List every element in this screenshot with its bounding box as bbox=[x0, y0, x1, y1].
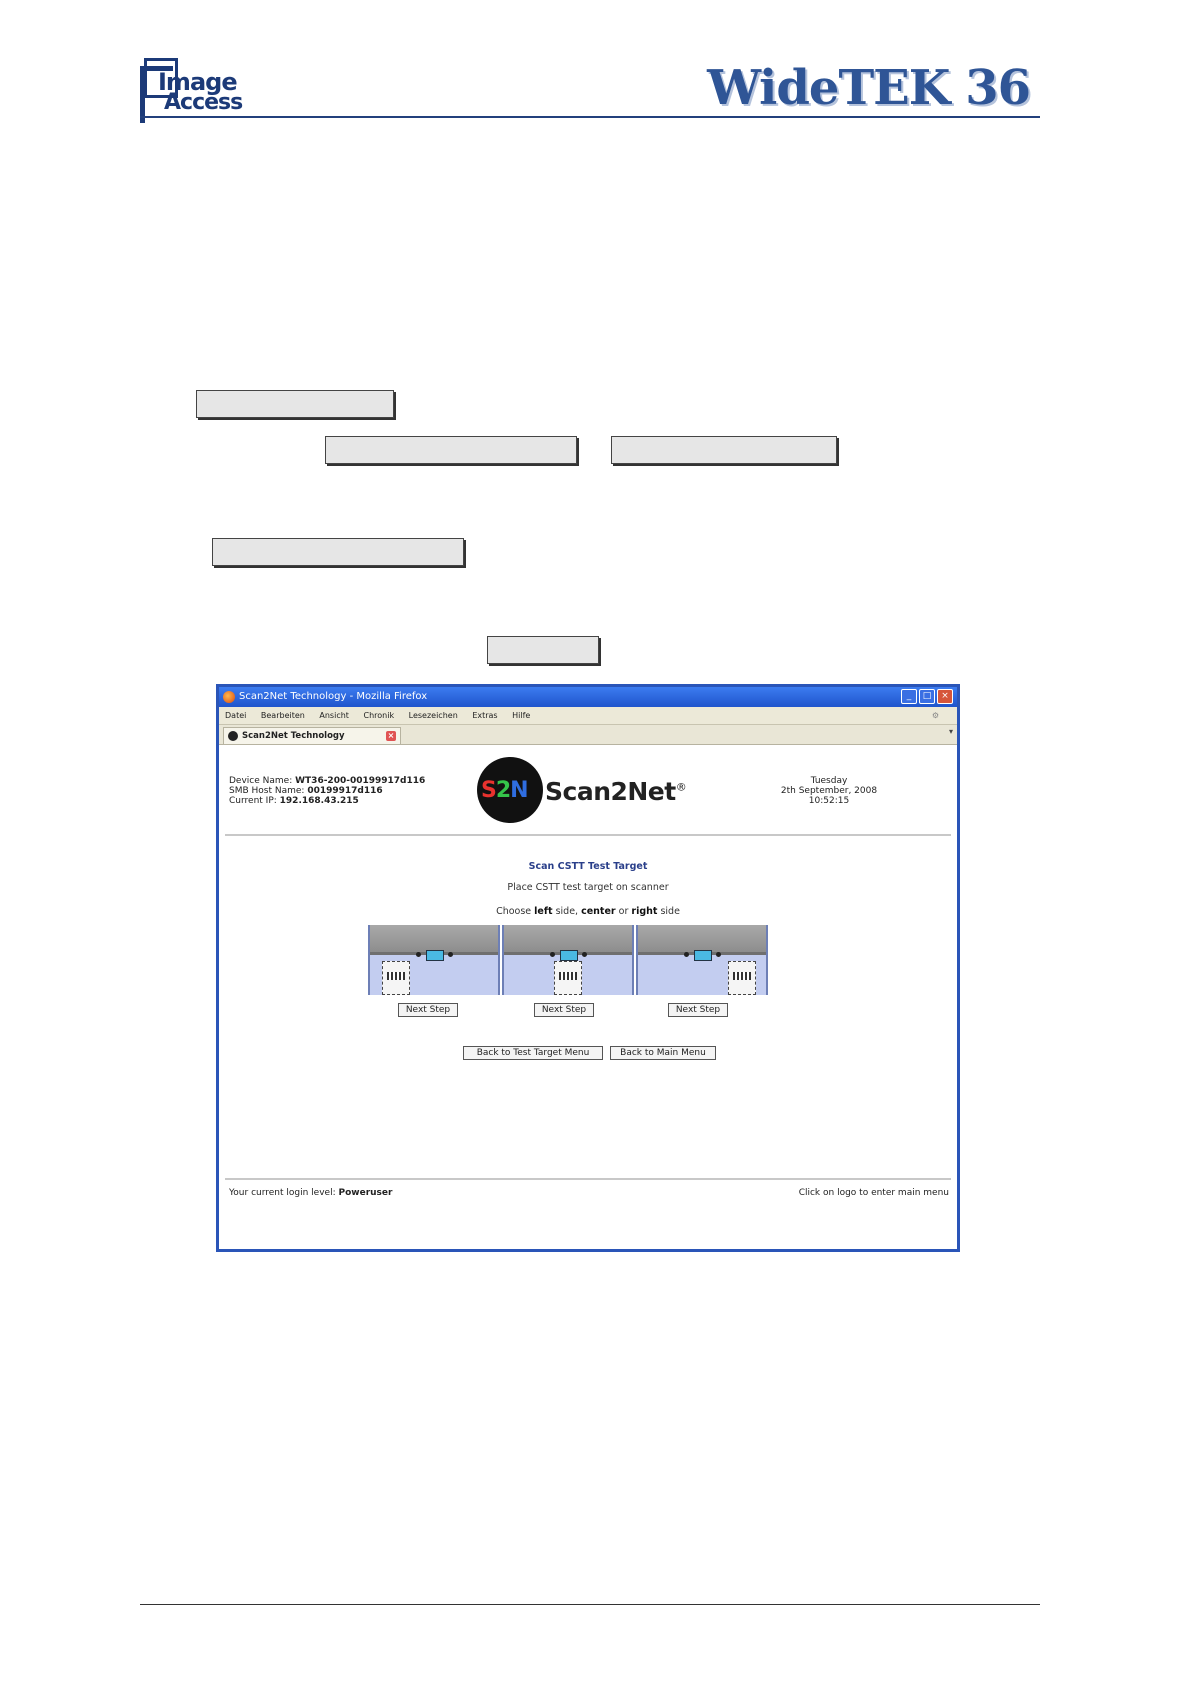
choose-left: left bbox=[534, 906, 553, 917]
firefox-icon bbox=[223, 691, 235, 703]
key-placeholder-4 bbox=[212, 538, 464, 566]
menu-item-datei[interactable]: Datei bbox=[225, 711, 246, 720]
scanner-center-image[interactable] bbox=[502, 925, 634, 995]
next-step-right-button[interactable]: Next Step bbox=[668, 1003, 728, 1017]
test-target-center bbox=[554, 961, 582, 995]
next-step-left-button[interactable]: Next Step bbox=[398, 1003, 458, 1017]
time: 10:52:15 bbox=[808, 796, 850, 806]
logo-text-access: Access bbox=[164, 90, 243, 115]
choose-right: right bbox=[631, 906, 658, 917]
key-placeholder-3 bbox=[611, 436, 837, 464]
next-step-center-button[interactable]: Next Step bbox=[534, 1003, 594, 1017]
menu-bar: Datei Bearbeiten Ansicht Chronik Lesezei… bbox=[219, 707, 957, 725]
device-info: Device Name: WT36-200-00199917d116 SMB H… bbox=[229, 776, 425, 806]
logo-hint: Click on logo to enter main menu bbox=[798, 1188, 949, 1198]
ip-label: Current IP: bbox=[229, 796, 277, 806]
panel-title: Scan CSTT Test Target bbox=[528, 861, 648, 872]
key-placeholder-2 bbox=[325, 436, 577, 464]
smb-host-label: SMB Host Name: bbox=[229, 786, 305, 796]
test-target-left bbox=[382, 961, 410, 995]
tab-close-icon[interactable]: × bbox=[386, 731, 396, 741]
logo-brand-text: Scan2Net® bbox=[545, 777, 687, 806]
separator-bottom bbox=[225, 1178, 951, 1180]
choose-mid1: side, bbox=[555, 906, 579, 917]
menu-item-bearbeiten[interactable]: Bearbeiten bbox=[261, 711, 305, 720]
device-name-value: WT36-200-00199917d116 bbox=[295, 776, 426, 786]
logo-letter-n: N bbox=[510, 778, 528, 803]
tab-bar: Scan2Net Technology × ▾ bbox=[219, 725, 957, 745]
tab-label: Scan2Net Technology bbox=[242, 731, 345, 741]
choose-suffix: side bbox=[660, 906, 680, 917]
logo-letters: S2N bbox=[481, 778, 529, 803]
window-titlebar: Scan2Net Technology - Mozilla Firefox _ … bbox=[219, 687, 957, 707]
scanner-right-image[interactable] bbox=[636, 925, 768, 995]
menu-item-chronik[interactable]: Chronik bbox=[363, 711, 394, 720]
login-level: Your current login level: Poweruser bbox=[229, 1188, 392, 1198]
scan-option-center: Next Step bbox=[502, 925, 634, 1017]
login-level-label: Your current login level: bbox=[229, 1188, 336, 1198]
menu-item-lesezeichen[interactable]: Lesezeichen bbox=[409, 711, 458, 720]
product-title: WideTEK 36 bbox=[707, 60, 1031, 116]
separator-top bbox=[225, 834, 951, 836]
logo-letter-2: 2 bbox=[495, 778, 511, 803]
day: Tuesday bbox=[810, 776, 848, 786]
date: 2th September, 2008 bbox=[780, 786, 878, 796]
choose-side-text: Choose left side, center or right side bbox=[219, 906, 957, 917]
choose-prefix: Choose bbox=[496, 906, 532, 917]
choose-center: center bbox=[581, 906, 616, 917]
minimize-icon[interactable]: _ bbox=[901, 689, 917, 704]
tab-scan2net[interactable]: Scan2Net Technology × bbox=[223, 727, 401, 744]
device-name-label: Device Name: bbox=[229, 776, 293, 786]
browser-window: Scan2Net Technology - Mozilla Firefox _ … bbox=[216, 684, 960, 1252]
instruction-text: Place CSTT test target on scanner bbox=[507, 882, 669, 893]
ip-value: 192.168.43.215 bbox=[279, 796, 359, 806]
maximize-icon[interactable]: □ bbox=[919, 689, 935, 704]
menu-item-extras[interactable]: Extras bbox=[472, 711, 497, 720]
image-access-logo: Image Access bbox=[140, 56, 250, 123]
key-placeholder-1 bbox=[196, 390, 394, 418]
close-icon[interactable]: × bbox=[937, 689, 953, 704]
key-placeholder-5 bbox=[487, 636, 599, 664]
header-rule bbox=[140, 116, 1040, 118]
page-content: Device Name: WT36-200-00199917d116 SMB H… bbox=[219, 744, 957, 1249]
scanner-left-image[interactable] bbox=[368, 925, 500, 995]
scan-option-left: Next Step bbox=[368, 925, 500, 1017]
footer-rule bbox=[140, 1604, 1040, 1605]
menu-item-hilfe[interactable]: Hilfe bbox=[512, 711, 530, 720]
test-target-right bbox=[728, 961, 756, 995]
window-title: Scan2Net Technology - Mozilla Firefox bbox=[239, 691, 428, 702]
gear-icon[interactable]: ⚙ bbox=[932, 707, 939, 724]
back-to-main-menu-button[interactable]: Back to Main Menu bbox=[610, 1046, 716, 1060]
scan-option-right: Next Step bbox=[636, 925, 768, 1017]
tab-list-chevron-down-icon[interactable]: ▾ bbox=[949, 727, 953, 736]
logo-letter-s: S bbox=[481, 778, 497, 803]
datetime: Tuesday 2th September, 2008 10:52:15 bbox=[759, 776, 899, 806]
registered-mark: ® bbox=[675, 780, 687, 794]
login-level-value: Poweruser bbox=[338, 1188, 393, 1198]
menu-item-ansicht[interactable]: Ansicht bbox=[319, 711, 349, 720]
scan2net-favicon-icon bbox=[228, 731, 238, 741]
logo-brand-name: Scan2Net bbox=[545, 777, 676, 806]
choose-mid2: or bbox=[618, 906, 629, 917]
back-to-test-target-menu-button[interactable]: Back to Test Target Menu bbox=[463, 1046, 603, 1060]
smb-host-value: 00199917d116 bbox=[307, 786, 383, 796]
